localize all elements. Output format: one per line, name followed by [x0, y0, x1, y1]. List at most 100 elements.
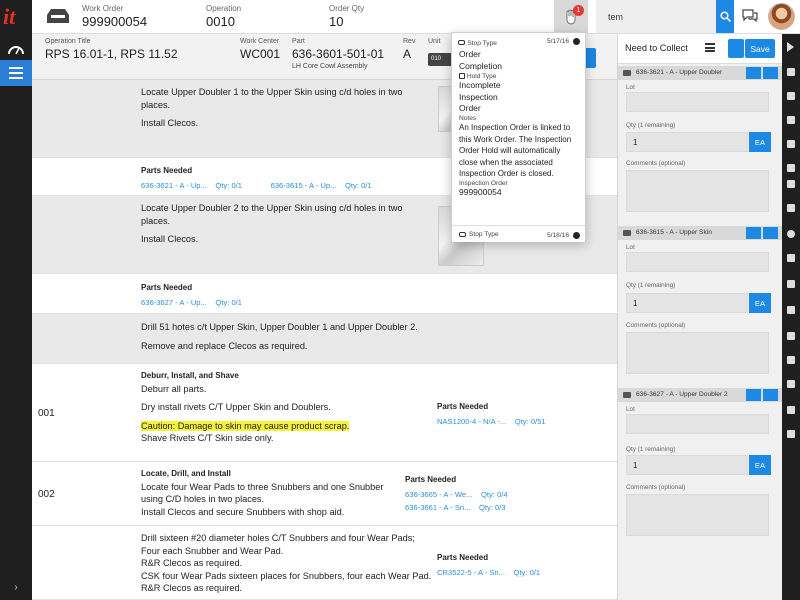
panel-title: Need to Collect: [625, 43, 688, 53]
work-order-label: Work Order: [82, 4, 124, 13]
users-icon[interactable]: [787, 204, 795, 212]
part-icon: [623, 392, 631, 398]
part-qty: Qty: 0/4: [480, 489, 508, 499]
operation-title-label: Operation Title: [45, 38, 91, 45]
step-row[interactable]: Drill sixteen #20 diameter holes C/T Snu…: [32, 526, 617, 600]
comments-textarea[interactable]: [626, 170, 769, 212]
step-heading: Locate, Drill, and Install: [141, 469, 231, 478]
hold-type-label: Hold Type: [466, 73, 497, 81]
card-title: 636-3627 - A - Upper Doubler 2: [636, 391, 728, 398]
user-avatar[interactable]: [768, 3, 795, 30]
lot-label: Lot: [626, 406, 635, 413]
save-disk-icon[interactable]: [763, 227, 778, 239]
inbox-tray-icon[interactable]: [46, 8, 70, 24]
chat-icon[interactable]: [742, 9, 758, 23]
uom-button[interactable]: EA: [749, 455, 771, 475]
list-icon[interactable]: [746, 389, 761, 401]
calendar-icon[interactable]: [787, 332, 795, 340]
popover-footer[interactable]: Stop Type 5/18/16: [452, 225, 585, 242]
part-qty: Qty: 0/1: [215, 297, 243, 307]
people-icon[interactable]: [787, 306, 795, 314]
operation-value: 0010: [206, 14, 235, 29]
qty-input[interactable]: 1: [626, 455, 748, 475]
lot-input[interactable]: [626, 414, 769, 434]
lot-input[interactable]: [626, 252, 769, 272]
play-icon[interactable]: [787, 42, 794, 52]
qty-label: Qty (1 remaining): [626, 282, 676, 289]
inspection-order-value: 999900054: [459, 186, 502, 197]
menu-icon[interactable]: [0, 60, 32, 86]
part-link[interactable]: 636-3665 - A - We...: [405, 490, 472, 499]
parts-block: Parts Needed CR3522-5 - A - Sn... Qty: 0…: [437, 552, 540, 579]
unit-field: Unit: [428, 38, 440, 45]
part-link[interactable]: 636-3615 - A - Up...: [271, 181, 337, 190]
clipboard-icon[interactable]: [787, 116, 795, 124]
comments-label: Comments (optional): [626, 322, 686, 329]
step-heading: Deburr, Install, and Shave: [141, 371, 239, 380]
open-hold-icon[interactable]: [573, 38, 580, 45]
notes-line: Inspection Order is closed.: [459, 169, 554, 179]
comments-textarea[interactable]: [626, 332, 769, 374]
rev-label: Rev: [403, 38, 416, 45]
part-link[interactable]: 636-3661 - A - Sn...: [405, 503, 470, 512]
step-number: 002: [38, 489, 55, 500]
chart-icon[interactable]: [787, 92, 795, 100]
search-input[interactable]: [596, 0, 712, 33]
parts-block: Parts Needed 636-3665 - A - We... Qty: 0…: [405, 474, 508, 515]
expand-chevron-icon[interactable]: ›: [0, 582, 32, 596]
comments-textarea[interactable]: [626, 494, 769, 536]
hand-icon: [459, 73, 465, 80]
list-icon[interactable]: [787, 140, 795, 148]
thumbs-down-icon[interactable]: [787, 180, 795, 188]
note-icon[interactable]: [787, 406, 795, 414]
list-icon[interactable]: [746, 227, 761, 239]
popover-body: Order Completion Hold Type Incomplete In…: [459, 49, 583, 199]
part-link[interactable]: 636-3627 - A - Up...: [141, 298, 207, 307]
stop-date: 5/17/16: [547, 38, 569, 45]
search-button[interactable]: [716, 0, 734, 33]
mail-icon[interactable]: [787, 254, 795, 262]
step-row[interactable]: 001 Deburr, Install, and Shave Deburr al…: [32, 364, 617, 462]
stop-type-value-1: Order: [459, 49, 481, 59]
stop-type-value-2: Completion: [459, 60, 502, 71]
step-row[interactable]: 002 Locate, Drill, and Install Locate fo…: [32, 462, 617, 526]
uom-button[interactable]: EA: [749, 132, 771, 152]
dashboard-icon[interactable]: [0, 36, 32, 62]
search-icon: [719, 11, 731, 22]
collect-card: 636-3621 - A - Upper Doubler Lot Qty (1 …: [618, 66, 782, 226]
work-order-field: Work Order 999900054: [82, 4, 147, 29]
print-icon[interactable]: [787, 280, 795, 288]
lot-input[interactable]: [626, 92, 769, 112]
part-qty: Qty: 0/1: [215, 180, 243, 190]
step-number: 001: [38, 408, 55, 419]
left-rail: it ›: [0, 0, 32, 600]
part-link[interactable]: 636-3621 - A - Up...: [141, 181, 207, 190]
signature-icon[interactable]: [787, 430, 795, 438]
qty-input[interactable]: 1: [626, 132, 748, 152]
edit-icon[interactable]: [787, 356, 795, 364]
order-qty-label: Order Qty: [329, 4, 365, 13]
uom-button[interactable]: EA: [749, 293, 771, 313]
hamburger-icon[interactable]: [705, 43, 715, 52]
parts-needed-title: Parts Needed: [437, 553, 489, 562]
save-disk-icon[interactable]: [728, 39, 744, 58]
clock-icon[interactable]: [787, 230, 795, 238]
step-row[interactable]: Drill 51 hotes c/t Upper Skin, Upper Dou…: [32, 314, 617, 364]
save-disk-icon[interactable]: [763, 389, 778, 401]
open-hold-icon[interactable]: [573, 232, 580, 239]
app-logo[interactable]: it: [3, 4, 29, 30]
holds-button[interactable]: 1: [554, 0, 588, 33]
thumbs-up-icon[interactable]: [787, 164, 795, 172]
part-link[interactable]: CR3522-5 - A - Sn...: [437, 568, 505, 577]
qty-input[interactable]: 1: [626, 293, 748, 313]
tools-icon[interactable]: [787, 380, 795, 388]
document-icon[interactable]: [787, 68, 795, 76]
order-qty-field: Order Qty 10: [329, 4, 364, 29]
notes-line: this Work Order. The Inspection: [459, 134, 572, 144]
part-qty: Qty: 0/1: [345, 180, 372, 190]
part-link[interactable]: NAS1200-4 - N/A -...: [437, 417, 506, 426]
list-icon[interactable]: [746, 67, 761, 79]
qty-label: Qty (1 remaining): [626, 446, 676, 453]
save-button[interactable]: Save: [745, 39, 775, 58]
save-disk-icon[interactable]: [763, 67, 778, 79]
